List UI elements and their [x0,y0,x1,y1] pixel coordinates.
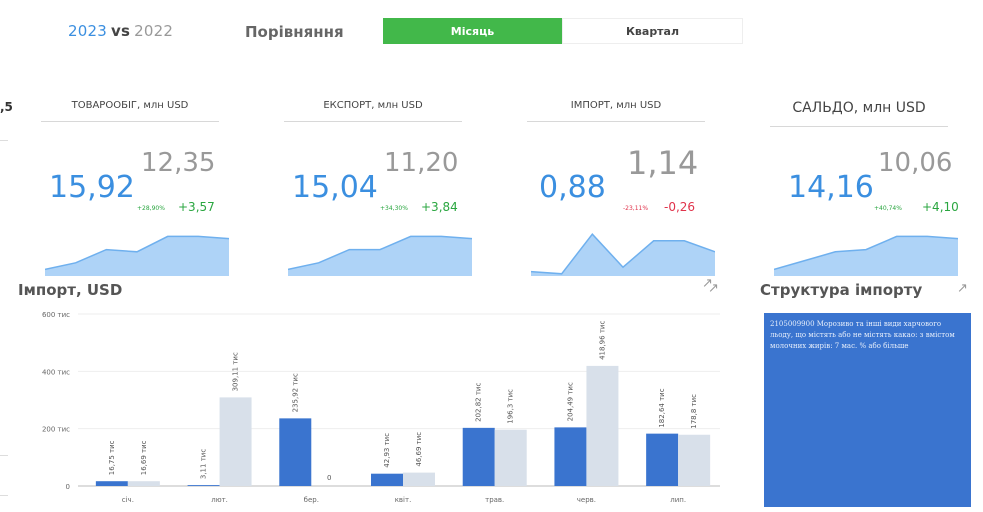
x-tick-label: черв. [577,496,596,504]
bar-data-label: 202,82 тис [475,383,483,422]
sparkline [774,235,958,276]
y-tick-label: 400 тис [42,368,70,376]
divider [0,140,8,141]
bar-data-label: 204,49 тис [566,382,574,421]
card-delta: +4,10 [922,200,959,214]
x-tick-label: квіт. [395,496,412,504]
divider [0,495,8,496]
sparkline-area [288,236,472,276]
bar-data-label: 178,8 тис [690,394,698,429]
bar-data-label: 16,75 тис [108,440,116,475]
x-tick-label: трав. [485,496,504,504]
sparkline-area [531,234,715,276]
year-previous: 2022 [134,22,174,40]
card-percent-change: -23,11% [623,205,649,212]
bar-2023-трав.[interactable] [462,427,495,486]
treemap-tile-label: 2105009900 Морозиво та інші види харчово… [770,320,955,350]
card-previous-value: 12,35 [141,148,216,178]
bar-2022-квіт.[interactable] [403,472,435,486]
divider [0,455,8,456]
bar-2023-лют.[interactable] [187,485,220,486]
sparkline [288,235,472,276]
bar-data-label: 309,11 тис [232,352,240,391]
cut-off-value: ,5 [0,100,13,114]
card-delta: +3,57 [178,200,215,214]
card-previous-value: 10,06 [878,148,953,178]
card-current-value: 0,88 [539,170,606,205]
year-comparison: 2023 vs 2022 [68,22,173,40]
bar-data-label: 0 [327,474,331,482]
structure-title: Структура імпорту [760,281,923,299]
bar-data-label: 3,11 тис [200,449,208,479]
bar-2023-бер.[interactable] [279,418,312,486]
card-title: ІМПОРТ, млн USD [527,100,705,122]
structure-treemap-tile[interactable]: 2105009900 Морозиво та інші види харчово… [764,313,971,507]
x-tick-label: бер. [304,496,319,504]
sparkline-area [45,236,229,276]
card-current-value: 14,16 [788,170,874,205]
bar-data-label: 235,92 тис [291,373,299,412]
expand-structure-icon[interactable]: ↗ [957,281,968,296]
expand-import-chart-icon[interactable]: ↗ [708,281,719,296]
toggle-month-button[interactable]: Місяць [383,18,562,44]
bar-2022-січ.[interactable] [127,481,160,486]
bar-2022-трав.[interactable] [494,429,527,486]
card-export: ЕКСПОРТ, млн USD 15,04 11,20 +34,30% +3,… [276,100,486,278]
card-turnover: ТОВАРООБІГ, млн USD 15,92 12,35 +28,90% … [33,100,243,278]
import-bar-chart: 0 200 тис 400 тис 600 тис 16,75 тис 16,69 тис… [42,311,720,504]
import-chart-title: Імпорт, USD [18,281,123,299]
sparkline-area [774,236,958,276]
vs-label: vs [110,22,131,40]
card-import: ІМПОРТ, млн USD 0,88 1,14 -23,11% -0,26 … [519,100,729,291]
bar-data-label: 418,96 тис [598,321,606,360]
bar-data-label: 182,64 тис [658,388,666,427]
y-tick-label: 200 тис [42,426,70,434]
card-current-value: 15,04 [292,170,378,205]
bar-data-label: 42,93 тис [383,433,391,468]
card-title: ЕКСПОРТ, млн USD [284,100,462,122]
bar-2023-січ.[interactable] [95,481,128,486]
x-tick-label: січ. [122,496,134,504]
card-title: САЛЬДО, млн USD [770,100,948,127]
period-toggle: Місяць Квартал [383,18,743,44]
x-tick-label: лип. [670,496,686,504]
card-current-value: 15,92 [49,170,135,205]
card-delta: +3,84 [421,200,458,214]
card-percent-change: +40,74% [874,205,902,212]
card-percent-change: +28,90% [137,205,165,212]
bar-2023-черв.[interactable] [554,427,587,486]
card-delta: -0,26 [664,200,696,214]
card-title: ТОВАРООБІГ, млн USD [41,100,219,122]
card-previous-value: 11,20 [384,148,459,178]
card-previous-value: 1,14 [627,144,699,182]
bar-2023-лип.[interactable] [646,433,679,486]
sparkline [45,235,229,276]
sparkline [531,233,715,276]
bar-2023-квіт.[interactable] [371,473,403,486]
card-balance: САЛЬДО, млн USD 14,16 10,06 +40,74% +4,1… [762,100,972,278]
y-tick-label: 600 тис [42,311,70,319]
bar-data-label: 16,69 тис [140,440,148,475]
bar-2022-лют.[interactable] [219,397,252,486]
bar-2022-лип.[interactable] [678,434,711,486]
bar-2022-черв.[interactable] [586,365,619,486]
year-current: 2023 [68,22,107,40]
y-tick-label: 0 [66,483,70,491]
toggle-quarter-button[interactable]: Квартал [562,18,743,44]
compare-label: Порівняння [245,23,344,41]
x-tick-label: лют. [211,496,228,504]
card-percent-change: +34,30% [380,205,408,212]
bar-data-label: 46,69 тис [415,432,423,467]
bar-data-label: 196,3 тис [507,389,515,424]
